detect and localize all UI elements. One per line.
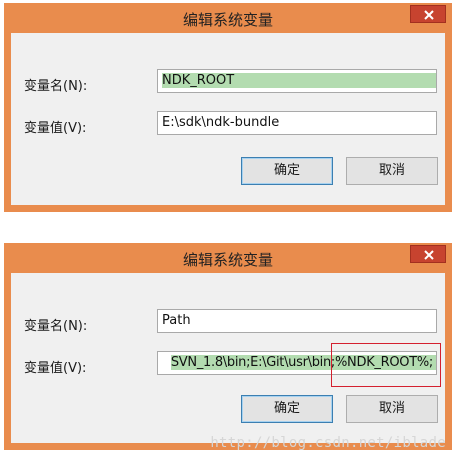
variable-name-input[interactable]: Path xyxy=(157,309,437,333)
dialog-body: 变量名(N): Path 变量值(V): SVN_1.8\bin;E:\Git\… xyxy=(11,273,445,443)
titlebar[interactable]: 编辑系统变量 xyxy=(4,243,452,273)
variable-name-value: Path xyxy=(162,313,191,328)
variable-value-input[interactable]: E:\sdk\ndk-bundle xyxy=(157,111,437,135)
variable-name-value: NDK_ROOT xyxy=(162,73,436,88)
dialog-title: 编辑系统变量 xyxy=(182,251,273,269)
variable-value-text: E:\sdk\ndk-bundle xyxy=(162,115,280,130)
ok-button[interactable]: 确定 xyxy=(241,395,333,423)
variable-name-label: 变量名(N): xyxy=(24,319,88,334)
cancel-button[interactable]: 取消 xyxy=(346,395,438,423)
dialog-title: 编辑系统变量 xyxy=(182,11,273,29)
dialog-body: 变量名(N): NDK_ROOT 变量值(V): E:\sdk\ndk-bund… xyxy=(11,33,445,205)
close-icon xyxy=(424,250,434,260)
watermark: http://blog.csdn.net/iblade xyxy=(210,435,446,451)
variable-value-label: 变量值(V): xyxy=(24,361,87,376)
annotation-highlight-box xyxy=(331,343,441,387)
cancel-button[interactable]: 取消 xyxy=(346,157,438,185)
variable-name-label: 变量名(N): xyxy=(24,79,88,94)
close-button[interactable] xyxy=(410,5,446,23)
ok-button[interactable]: 确定 xyxy=(241,157,333,185)
variable-name-input[interactable]: NDK_ROOT xyxy=(157,69,437,93)
close-icon xyxy=(424,10,434,20)
edit-variable-dialog-bottom: 编辑系统变量 变量名(N): Path 变量值(V): SVN_1.8\bin;… xyxy=(4,243,452,450)
edit-variable-dialog-top: 编辑系统变量 变量名(N): NDK_ROOT 变量值(V): E:\sdk\n… xyxy=(4,3,452,212)
variable-value-label: 变量值(V): xyxy=(24,121,87,136)
titlebar[interactable]: 编辑系统变量 xyxy=(4,3,452,33)
close-button[interactable] xyxy=(410,245,446,263)
